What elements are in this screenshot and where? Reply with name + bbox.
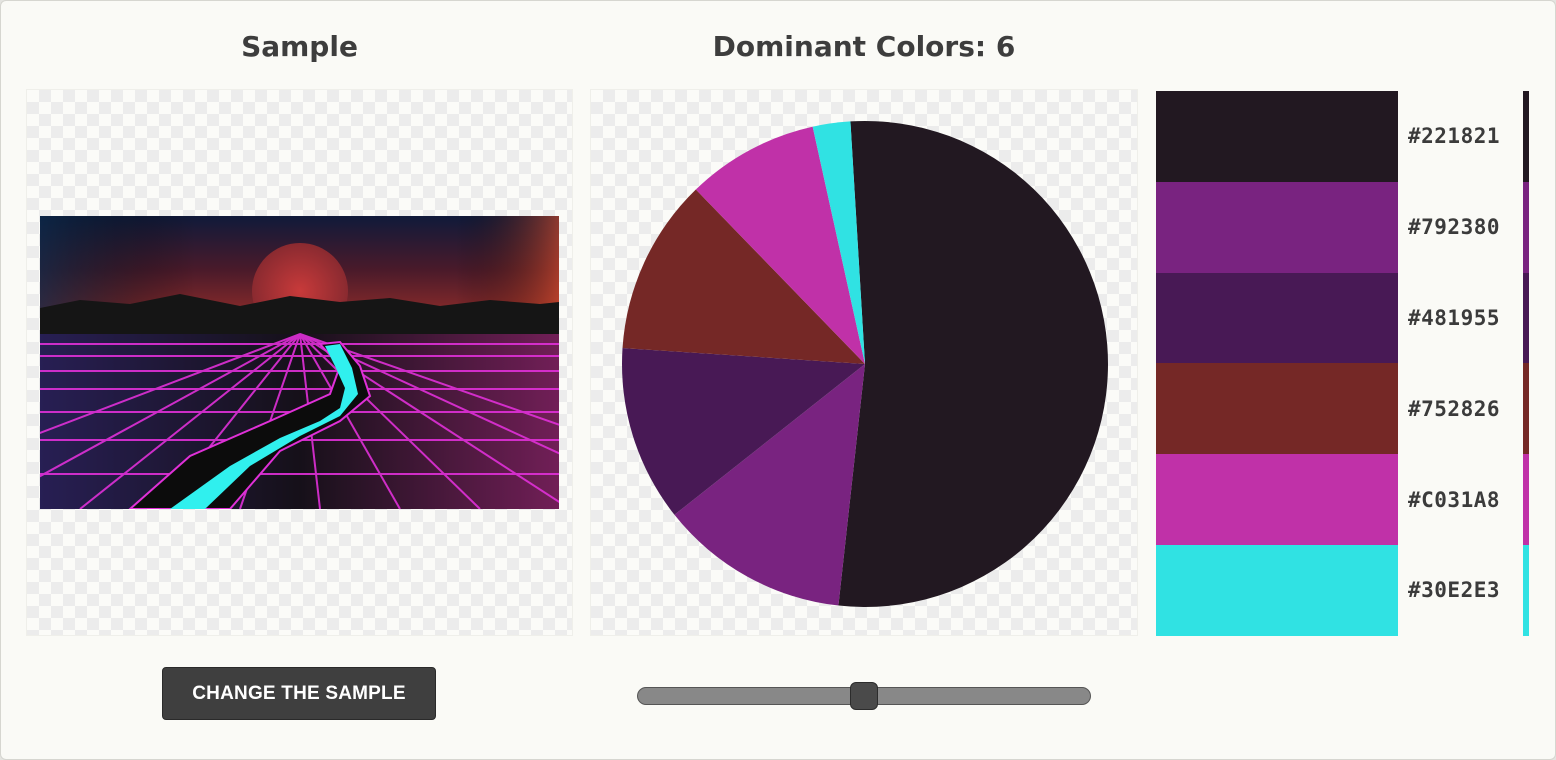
color-hex-label: #30E2E3 [1408,578,1501,603]
color-hex-label: #C031A8 [1408,487,1501,512]
color-swatch [1156,272,1398,364]
color-hex-label: #792380 [1408,215,1501,240]
color-swatch [1156,454,1398,545]
pie-panel [590,89,1138,636]
dominant-colors-pie [622,121,1108,608]
swatch-row: #30E2E3 [1156,544,1531,636]
color-swatch [1156,363,1398,455]
dominant-colors-heading: Dominant Colors: 6 [712,30,1016,63]
color-edge-bar [1523,544,1529,636]
color-hex-label: #752826 [1408,396,1501,421]
swatch-row: #C031A8 [1156,454,1531,545]
color-edge-bar [1523,363,1529,455]
color-swatch [1156,181,1398,273]
slider-thumb[interactable] [850,682,878,710]
color-hex-label: #221821 [1408,124,1501,149]
pie-slice-221821 [838,121,1108,608]
color-edge-bar [1523,272,1529,364]
swatch-row: #481955 [1156,272,1531,364]
color-edge-bar [1523,91,1529,182]
change-sample-button[interactable]: CHANGE THE SAMPLE [162,667,436,720]
color-edge-bar [1523,181,1529,273]
swatch-row: #221821 [1156,91,1531,182]
swatch-row: #752826 [1156,363,1531,455]
color-swatch [1156,544,1398,636]
color-edge-bar [1523,454,1529,545]
color-hex-label: #481955 [1408,305,1501,330]
color-extractor-app: Sample Dominant Colors: 6 #221821 #79238… [0,0,1556,760]
color-swatch-list: #221821 #792380 #481955 #752826 #C031A8 #30E2… [1156,91,1531,636]
color-count-slider[interactable] [637,682,1091,710]
sample-panel [26,89,573,636]
swatch-row: #792380 [1156,181,1531,273]
sample-heading: Sample [241,30,358,63]
sample-image [40,216,559,509]
color-swatch [1156,91,1398,182]
